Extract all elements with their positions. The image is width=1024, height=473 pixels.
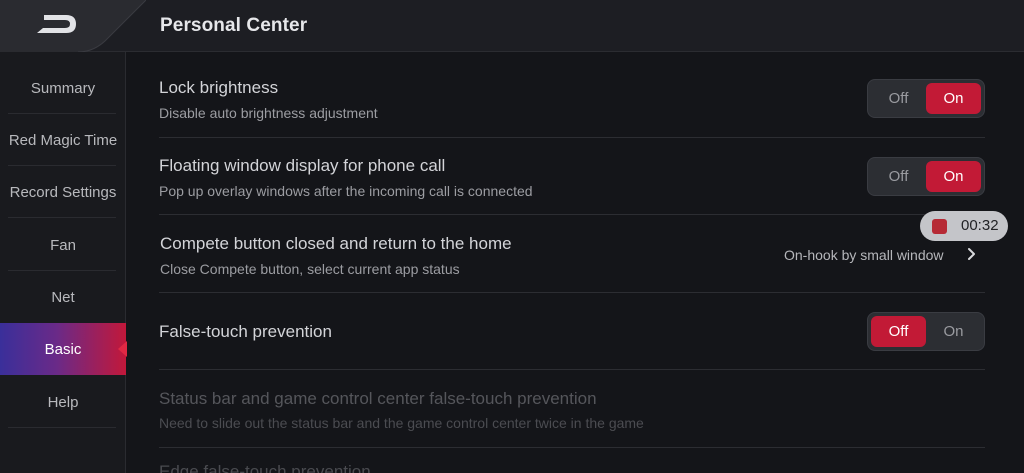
sidebar-item-red-magic-time[interactable]: Red Magic Time	[0, 114, 126, 166]
top-bar: Personal Center	[0, 0, 1024, 52]
sidebar-divider	[8, 217, 116, 218]
setting-subtitle: Pop up overlay windows after the incomin…	[159, 183, 533, 199]
back-arrow-icon	[37, 15, 76, 33]
toggle-off-option[interactable]: Off	[871, 83, 926, 114]
row-divider	[159, 369, 985, 370]
back-button[interactable]	[0, 0, 146, 52]
floating-window-toggle[interactable]: Off On	[867, 157, 985, 196]
page-title: Personal Center	[160, 15, 308, 36]
sidebar-divider	[8, 427, 116, 428]
toggle-off-option[interactable]: Off	[871, 316, 926, 347]
toggle-off-option[interactable]: Off	[871, 161, 926, 192]
setting-subtitle: Need to slide out the status bar and the…	[159, 415, 644, 431]
row-divider	[159, 292, 985, 293]
setting-subtitle: Disable auto brightness adjustment	[159, 105, 378, 121]
toggle-on-option[interactable]: On	[926, 83, 981, 114]
false-touch-toggle[interactable]: Off On	[867, 312, 985, 351]
compete-button-value[interactable]: On-hook by small window	[784, 247, 944, 263]
row-divider	[159, 137, 985, 138]
sidebar-item-summary[interactable]: Summary	[0, 62, 126, 114]
toggle-on-option[interactable]: On	[926, 161, 981, 192]
record-stop-icon	[932, 219, 947, 234]
recording-timer[interactable]: 00:32	[920, 211, 1008, 241]
sidebar-item-help[interactable]: Help	[0, 376, 126, 428]
sidebar: Summary Red Magic Time Record Settings F…	[0, 52, 127, 473]
setting-row-lock-brightness: Lock brightness Disable auto brightness …	[159, 78, 985, 128]
setting-subtitle: Close Compete button, select current app…	[160, 261, 460, 277]
toggle-on-option[interactable]: On	[926, 316, 981, 347]
sidebar-item-fan[interactable]: Fan	[0, 219, 126, 271]
setting-row-false-touch: False-touch prevention	[159, 322, 985, 346]
setting-title: False-touch prevention	[159, 322, 332, 341]
chevron-right-icon[interactable]	[965, 246, 979, 262]
row-divider	[159, 214, 985, 215]
setting-row-edge-false-touch: Edge false-touch prevention	[159, 462, 371, 473]
setting-row-status-bar-false-touch: Status bar and game control center false…	[159, 389, 985, 439]
sidebar-item-label: Basic	[44, 340, 82, 358]
recording-time: 00:32	[961, 217, 999, 234]
setting-row-floating-window: Floating window display for phone call P…	[159, 156, 985, 206]
lock-brightness-toggle[interactable]: Off On	[867, 79, 985, 118]
setting-title: Floating window display for phone call	[159, 156, 446, 175]
row-divider	[159, 447, 985, 448]
sidebar-item-basic[interactable]: Basic	[0, 323, 127, 375]
sidebar-item-record-settings[interactable]: Record Settings	[0, 166, 126, 218]
sidebar-item-net[interactable]: Net	[0, 271, 126, 323]
active-indicator-icon	[118, 341, 127, 357]
setting-title: Compete button closed and return to the …	[160, 234, 512, 253]
setting-title: Lock brightness	[159, 78, 279, 97]
setting-title: Status bar and game control center false…	[159, 389, 597, 408]
